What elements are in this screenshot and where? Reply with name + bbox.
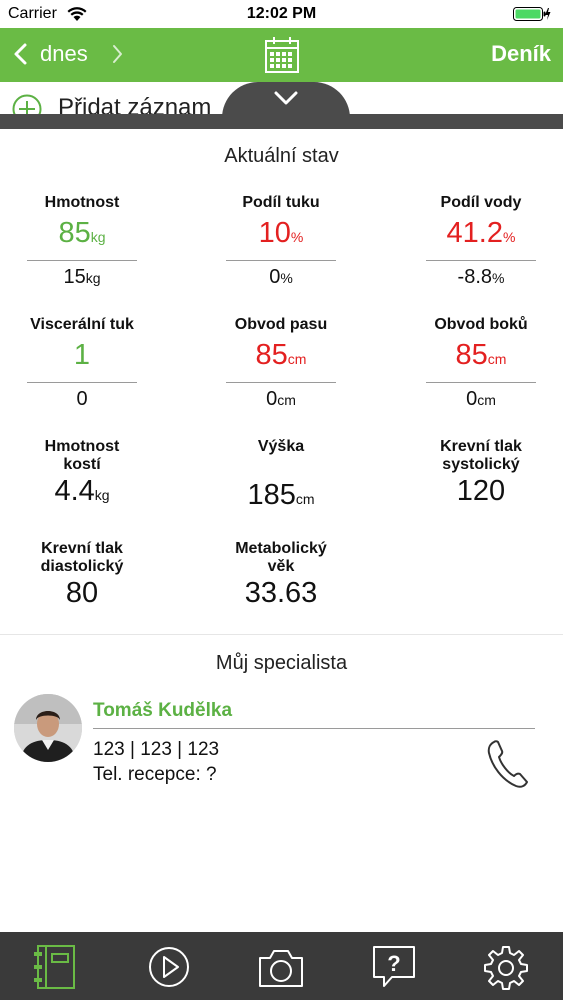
diary-icon[interactable] [32, 944, 80, 990]
metric-metabolic-age: Metabolický věk 33.63 [191, 540, 371, 614]
specialist-name[interactable]: Tomáš Kudělka [93, 700, 232, 722]
clock: 12:02 PM [246, 5, 317, 22]
chevron-left-icon[interactable] [10, 40, 32, 68]
chevron-down-icon [274, 91, 298, 105]
section-divider [0, 634, 563, 635]
metric-value: 185cm [247, 479, 315, 511]
metric-visceral-fat: Viscerální tuk 1 0 [0, 316, 172, 412]
metric-label: Hmotnost [44, 194, 120, 211]
metric-value: 33.63 [244, 577, 318, 609]
diary-button[interactable]: Deník [491, 41, 551, 67]
avatar [14, 694, 82, 762]
metric-divider [27, 382, 137, 383]
metric-value: 10% [258, 217, 304, 249]
metric-delta: 0cm [466, 388, 496, 410]
metric-value: 85kg [58, 217, 106, 249]
status-bar: Carrier 12:02 PM [0, 0, 563, 28]
current-state-title: Aktuální stav [224, 145, 339, 167]
metric-hips: Obvod boků 85cm 0cm [391, 316, 563, 412]
nav-bar: dnes Deník [0, 28, 563, 82]
metric-value: 4.4kg [54, 475, 110, 507]
metric-height: Výška 185cm [191, 438, 371, 516]
metric-value: 80 [65, 577, 99, 609]
metric-label: Viscerální tuk [30, 316, 134, 333]
metric-divider [226, 260, 336, 261]
metric-weight: Hmotnost 85kg 15kg [0, 194, 172, 290]
specialist-divider [93, 728, 535, 729]
specialist-phone: 123 | 123 | 123 [93, 739, 220, 760]
plus-circle-icon [12, 94, 42, 116]
metric-bp-diastolic: Krevní tlak diastolický 80 [0, 540, 172, 614]
battery-icon [513, 7, 551, 21]
metric-delta: 15kg [63, 266, 101, 288]
play-icon[interactable] [145, 944, 193, 990]
metric-value: 85cm [455, 339, 507, 371]
metric-value: 1 [73, 339, 91, 371]
specialist-title: Můj specialista [215, 652, 348, 674]
metric-label: Podíl vody [440, 194, 522, 211]
current-day-label: dnes [40, 41, 88, 66]
add-record-label: Přidat záznam [58, 94, 212, 116]
help-icon[interactable]: ? [370, 944, 418, 990]
metric-divider [27, 260, 137, 261]
gear-icon[interactable] [482, 944, 530, 990]
metric-bone-mass: Hmotnost kostí 4.4kg [0, 438, 172, 512]
svg-text:?: ? [387, 951, 400, 976]
phone-icon[interactable] [486, 738, 530, 790]
metric-value: 120 [456, 475, 506, 507]
metric-divider [426, 260, 536, 261]
metric-waist: Obvod pasu 85cm 0cm [191, 316, 371, 412]
metric-label: Metabolický věk [235, 540, 327, 575]
panel-pull-tab[interactable] [222, 82, 350, 118]
metric-label: Krevní tlak systolický [440, 438, 522, 473]
metric-label: Podíl tuku [242, 194, 320, 211]
metric-fat-share: Podíl tuku 10% 0% [191, 194, 371, 290]
metric-divider [226, 382, 336, 383]
specialist-photo [14, 694, 82, 762]
metric-delta: -8.8% [457, 266, 505, 288]
metric-delta: 0 [76, 388, 88, 410]
metric-delta: 0cm [266, 388, 296, 410]
metric-label: Krevní tlak diastolický [40, 540, 124, 575]
tab-bar: ? [0, 932, 563, 1000]
metric-water-share: Podíl vody 41.2% -8.8% [391, 194, 563, 290]
metric-label: Obvod pasu [234, 316, 328, 333]
metric-bp-systolic: Krevní tlak systolický 120 [391, 438, 563, 512]
camera-icon[interactable] [257, 944, 305, 990]
metric-divider [426, 382, 536, 383]
metric-value: 85cm [255, 339, 307, 371]
metric-delta: 0% [269, 266, 293, 288]
metric-value: 41.2% [446, 217, 516, 249]
metric-label: Hmotnost kostí [44, 438, 120, 473]
metric-label: Výška [257, 438, 305, 455]
chevron-right-icon[interactable] [106, 40, 128, 68]
metric-label: Obvod boků [434, 316, 528, 333]
calendar-icon[interactable] [264, 36, 300, 74]
specialist-reception: Tel. recepce: ? [93, 764, 217, 785]
